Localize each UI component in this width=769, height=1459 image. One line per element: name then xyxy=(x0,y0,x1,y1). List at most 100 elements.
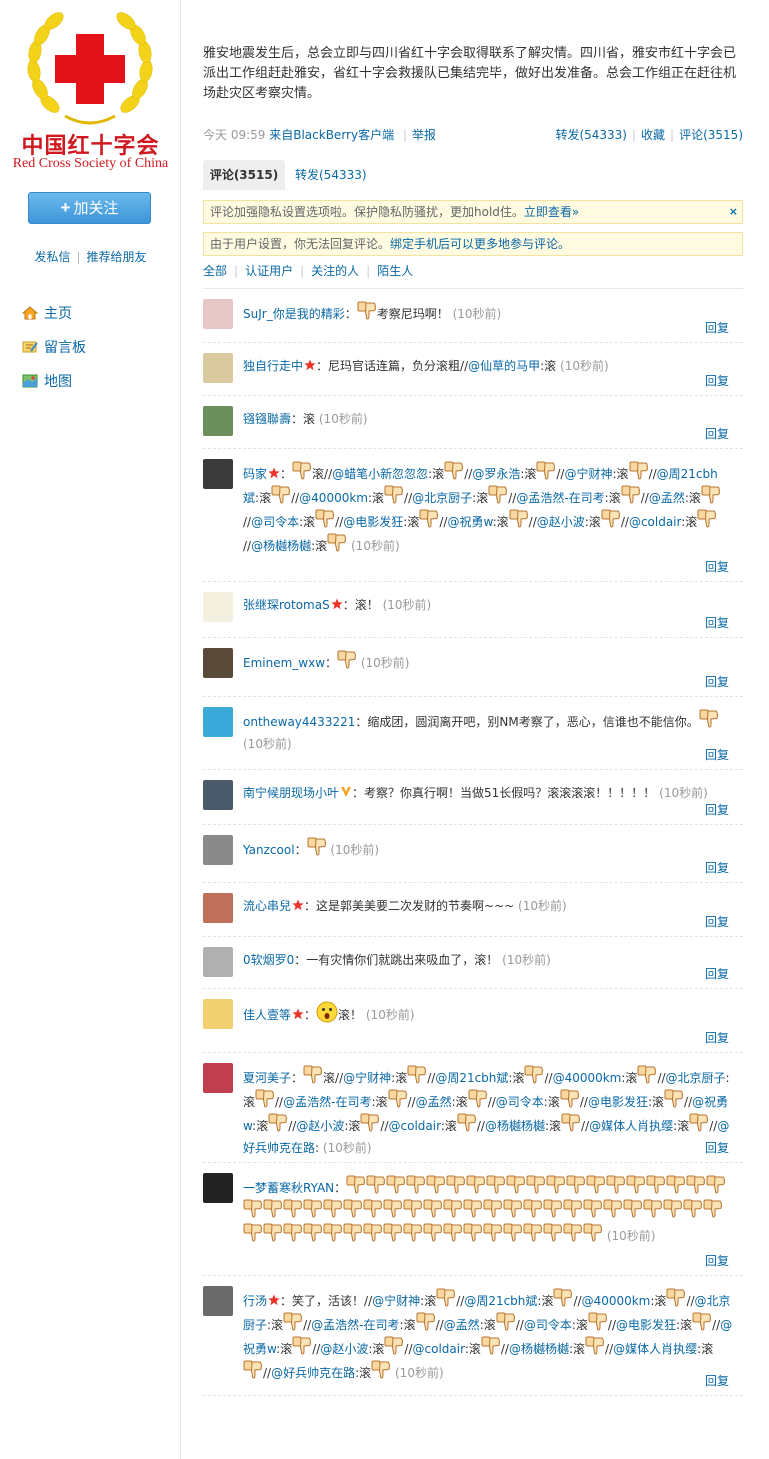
comment-author-link[interactable]: 张继琛rotomaS xyxy=(243,598,330,612)
filter-following[interactable]: 关注的人 xyxy=(311,264,359,278)
mention-link[interactable]: @电影发狂 xyxy=(588,1095,648,1109)
mention-link[interactable]: @赵小波 xyxy=(537,515,585,529)
avatar[interactable] xyxy=(203,835,233,865)
reply-link[interactable]: 回复 xyxy=(705,801,729,818)
recommend-to-friend-link[interactable]: 推荐给朋友 xyxy=(87,250,147,264)
reply-link[interactable]: 回复 xyxy=(705,372,729,389)
reply-link[interactable]: 回复 xyxy=(705,1372,729,1389)
reply-link[interactable]: 回复 xyxy=(705,1139,729,1156)
mention-link[interactable]: @北京厨子 xyxy=(412,491,472,505)
mention-link[interactable]: @孟浩然-在司考 xyxy=(516,491,604,505)
mention-link[interactable]: @杨樾杨樾 xyxy=(485,1119,545,1133)
send-private-message-link[interactable]: 发私信 xyxy=(34,250,70,264)
reply-link[interactable]: 回复 xyxy=(705,1252,729,1269)
avatar[interactable] xyxy=(203,459,233,489)
mention-link[interactable]: @好兵帅克在路 xyxy=(271,1366,355,1380)
reply-link[interactable]: 回复 xyxy=(705,913,729,930)
mention-link[interactable]: @媒体人肖执缨 xyxy=(613,1342,697,1356)
reply-link[interactable]: 回复 xyxy=(705,859,729,876)
follow-button[interactable]: + 加关注 xyxy=(28,192,151,224)
mention-link[interactable]: @仙草的马甲 xyxy=(468,359,540,373)
mention-link[interactable]: @杨樾杨樾 xyxy=(251,539,311,553)
mention-link[interactable]: @coldair xyxy=(389,1119,441,1133)
mention-link[interactable]: @40000km xyxy=(553,1071,622,1085)
favorite-link[interactable]: 收藏 xyxy=(641,128,665,142)
avatar[interactable] xyxy=(203,999,233,1029)
mention-link[interactable]: @媒体人肖执缨 xyxy=(589,1119,673,1133)
mention-link[interactable]: @电影发狂 xyxy=(616,1318,676,1332)
mention-link[interactable]: @司令本 xyxy=(496,1095,544,1109)
comment-author-link[interactable]: Eminem_wxw xyxy=(243,656,325,670)
avatar[interactable] xyxy=(203,780,233,810)
sidebar-item-message-board[interactable]: 留言板 xyxy=(22,330,86,364)
mention-link[interactable]: @coldair xyxy=(629,515,681,529)
mention-link[interactable]: @周21cbh斌 xyxy=(435,1071,508,1085)
mention-link[interactable]: @赵小波 xyxy=(320,1342,368,1356)
filter-strangers[interactable]: 陌生人 xyxy=(377,264,413,278)
comment-author-link[interactable]: 夏河美子 xyxy=(243,1071,291,1085)
mention-link[interactable]: @孟浩然-在司考 xyxy=(311,1318,399,1332)
mention-link[interactable]: @电影发狂 xyxy=(343,515,403,529)
avatar[interactable] xyxy=(203,299,233,329)
avatar[interactable] xyxy=(203,707,233,737)
mention-link[interactable]: @司令本 xyxy=(524,1318,572,1332)
comment-author-link[interactable]: Yanzcool xyxy=(243,843,295,857)
mention-link[interactable]: @司令本 xyxy=(251,515,299,529)
mention-link[interactable]: @孟然 xyxy=(444,1318,480,1332)
avatar[interactable] xyxy=(203,893,233,923)
reply-link[interactable]: 回复 xyxy=(705,425,729,442)
close-icon[interactable]: × xyxy=(729,201,738,223)
avatar[interactable] xyxy=(203,1063,233,1093)
mention-link[interactable]: @宁财神 xyxy=(564,467,612,481)
tab-forwards[interactable]: 转发(54333) xyxy=(295,160,367,190)
comment-author-link[interactable]: 流心串兒 xyxy=(243,899,291,913)
mention-link[interactable]: @宁财神 xyxy=(372,1294,420,1308)
mention-link[interactable]: @孟然 xyxy=(649,491,685,505)
report-link[interactable]: 举报 xyxy=(412,128,436,142)
sidebar-item-home[interactable]: 主页 xyxy=(22,296,86,330)
avatar[interactable] xyxy=(203,406,233,436)
mention-link[interactable]: @北京厨子 xyxy=(666,1071,726,1085)
mention-link[interactable]: @蜡笔小新忽忽忽 xyxy=(332,467,428,481)
filter-verified[interactable]: 认证用户 xyxy=(245,264,293,278)
comment-author-link[interactable]: ontheway4433221 xyxy=(243,715,355,729)
forward-link[interactable]: 转发(54333) xyxy=(555,128,627,142)
avatar[interactable] xyxy=(203,1173,233,1203)
bind-phone-link[interactable]: 绑定手机后可以更多地参与评论。 xyxy=(390,237,570,251)
mention-link[interactable]: @罗永浩 xyxy=(472,467,520,481)
comment-link[interactable]: 评论(3515) xyxy=(679,128,743,142)
comment-author-link[interactable]: 佳人壹等 xyxy=(243,1008,291,1022)
avatar[interactable] xyxy=(203,353,233,383)
mention-link[interactable]: @宁财神 xyxy=(343,1071,391,1085)
mention-link[interactable]: @coldair xyxy=(413,1342,465,1356)
mention-link[interactable]: @40000km xyxy=(582,1294,651,1308)
reply-link[interactable]: 回复 xyxy=(705,558,729,575)
comment-author-link[interactable]: SuJr_你是我的精彩 xyxy=(243,307,345,321)
reply-link[interactable]: 回复 xyxy=(705,319,729,336)
tab-comments[interactable]: 评论(3515) xyxy=(203,160,285,190)
privacy-notice-link[interactable]: 立即查看» xyxy=(524,205,579,219)
comment-author-link[interactable]: 一梦蓄寒秋RYAN xyxy=(243,1181,334,1195)
reply-link[interactable]: 回复 xyxy=(705,673,729,690)
avatar[interactable] xyxy=(203,947,233,977)
sidebar-item-map[interactable]: 地图 xyxy=(22,364,86,398)
comment-author-link[interactable]: 行汤 xyxy=(243,1294,267,1308)
comment-author-link[interactable]: 码家 xyxy=(243,467,267,481)
avatar[interactable] xyxy=(203,592,233,622)
status-source-link[interactable]: 来自BlackBerry客户端 xyxy=(269,128,394,142)
avatar[interactable] xyxy=(203,1286,233,1316)
mention-link[interactable]: @赵小波 xyxy=(296,1119,344,1133)
filter-all[interactable]: 全部 xyxy=(203,264,227,278)
comment-author-link[interactable]: 南宁候朋现场小叶 xyxy=(243,786,339,800)
comment-author-link[interactable]: 0软烟罗0 xyxy=(243,953,294,967)
mention-link[interactable]: @杨樾杨樾 xyxy=(509,1342,569,1356)
mention-link[interactable]: @周21cbh斌 xyxy=(464,1294,537,1308)
mention-link[interactable]: @祝勇w xyxy=(447,515,492,529)
mention-link[interactable]: @40000km xyxy=(299,491,368,505)
comment-author-link[interactable]: 镪镪聯壽 xyxy=(243,412,291,426)
reply-link[interactable]: 回复 xyxy=(705,1029,729,1046)
reply-link[interactable]: 回复 xyxy=(705,965,729,982)
mention-link[interactable]: @孟然 xyxy=(416,1095,452,1109)
reply-link[interactable]: 回复 xyxy=(705,746,729,763)
reply-link[interactable]: 回复 xyxy=(705,614,729,631)
